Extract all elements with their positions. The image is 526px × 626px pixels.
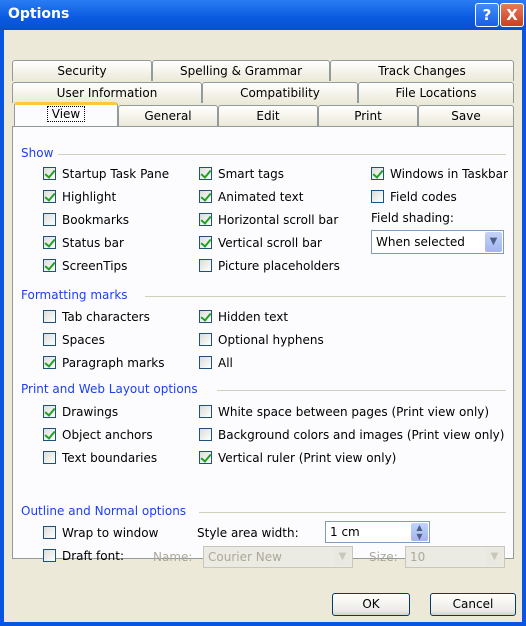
- tab-general[interactable]: General: [118, 105, 218, 126]
- spaces-label: Spaces: [62, 333, 105, 347]
- picture-placeholders-label: Picture placeholders: [218, 259, 340, 273]
- checkbox-box[interactable]: [199, 405, 212, 418]
- checkbox-box[interactable]: [199, 259, 212, 272]
- checkbox-box[interactable]: [199, 451, 212, 464]
- text-boundaries-label: Text boundaries: [62, 451, 158, 465]
- checkbox-box[interactable]: [43, 428, 56, 441]
- group-heading-print-web-layout: Print and Web Layout options: [21, 382, 198, 396]
- optional-hyphens-label: Optional hyphens: [218, 333, 324, 347]
- checkbox-box[interactable]: [43, 213, 56, 226]
- checkbox-box[interactable]: [199, 190, 212, 203]
- horizontal-scroll-bar-label: Horizontal scroll bar: [218, 213, 339, 227]
- tab-spelling-grammar[interactable]: Spelling & Grammar: [152, 60, 330, 81]
- group-heading-formatting-marks: Formatting marks: [21, 288, 128, 302]
- checkbox-box[interactable]: [43, 190, 56, 203]
- dialog-body: Security Spelling & Grammar Track Change…: [4, 30, 522, 622]
- checkbox-box[interactable]: [43, 167, 56, 180]
- checkbox-box[interactable]: [43, 356, 56, 369]
- checkbox-box[interactable]: [43, 236, 56, 249]
- tab-save[interactable]: Save: [418, 105, 514, 126]
- title-bar[interactable]: Options ? X: [0, 0, 526, 30]
- draft-font-name-select[interactable]: Courier New ▼: [203, 546, 353, 568]
- group-heading-outline-normal: Outline and Normal options: [21, 504, 187, 518]
- tab-file-locations[interactable]: File Locations: [358, 82, 514, 103]
- checkbox-box[interactable]: [199, 428, 212, 441]
- checkbox-box[interactable]: [43, 310, 56, 323]
- startup-task-pane-label: Startup Task Pane: [62, 167, 170, 181]
- group-divider: [199, 512, 506, 513]
- animated-text-label: Animated text: [218, 190, 304, 204]
- background-colors-label: Background colors and images (Print view…: [218, 428, 505, 442]
- checkbox-box[interactable]: [43, 333, 56, 346]
- checkbox-box[interactable]: [43, 451, 56, 464]
- hidden-text-label: Hidden text: [218, 310, 289, 324]
- draft-font-name-value: Courier New: [208, 550, 282, 564]
- checkbox-box[interactable]: [43, 526, 56, 539]
- checkbox-box[interactable]: [199, 213, 212, 226]
- draft-font-size-select[interactable]: 10 ▼: [405, 546, 505, 568]
- status-bar-label: Status bar: [62, 236, 124, 250]
- screentips-label: ScreenTips: [62, 259, 128, 273]
- cancel-button[interactable]: Cancel: [430, 593, 516, 616]
- checkbox-box[interactable]: [199, 167, 212, 180]
- checkbox-box[interactable]: [371, 167, 384, 180]
- group-divider: [145, 296, 506, 297]
- field-shading-value: When selected: [376, 235, 465, 249]
- ok-button[interactable]: OK: [332, 593, 410, 616]
- view-tab-panel: Show Startup Task Pane Highlight Bookmar…: [12, 126, 514, 568]
- smart-tags-label: Smart tags: [218, 167, 285, 181]
- tab-security[interactable]: Security: [12, 60, 152, 81]
- group-heading-show: Show: [21, 146, 54, 160]
- style-area-width-spinner[interactable]: 1 cm ▲ ▼: [325, 521, 430, 543]
- vertical-ruler-label: Vertical ruler (Print view only): [218, 451, 397, 465]
- size-label: Size:: [369, 550, 398, 564]
- tab-compatibility[interactable]: Compatibility: [202, 82, 358, 103]
- checkbox-box[interactable]: [43, 405, 56, 418]
- help-button[interactable]: ?: [475, 3, 499, 27]
- dialog-title: Options: [8, 6, 70, 22]
- chevron-down-icon[interactable]: ▼: [486, 548, 503, 566]
- white-space-label: White space between pages (Print view on…: [218, 405, 490, 419]
- wrap-to-window-label: Wrap to window: [62, 526, 159, 540]
- vertical-scroll-bar-label: Vertical scroll bar: [218, 236, 322, 250]
- windows-in-taskbar-label: Windows in Taskbar: [390, 167, 508, 181]
- checkbox-box[interactable]: [199, 236, 212, 249]
- options-dialog: Options ? X Security Spelling & Grammar …: [0, 0, 526, 626]
- tab-view[interactable]: View: [14, 102, 118, 126]
- tab-user-information[interactable]: User Information: [12, 82, 202, 103]
- spinner-arrows-icon[interactable]: ▲ ▼: [411, 523, 428, 541]
- chevron-down-icon[interactable]: ▼: [485, 232, 502, 252]
- draft-font-label: Draft font:: [62, 549, 124, 563]
- checkbox-box[interactable]: [43, 549, 56, 562]
- bookmarks-label: Bookmarks: [62, 213, 130, 227]
- checkbox-box[interactable]: [43, 259, 56, 272]
- tab-print[interactable]: Print: [318, 105, 418, 126]
- checkbox-box[interactable]: [199, 310, 212, 323]
- all-label: All: [218, 356, 233, 370]
- field-shading-label: Field shading:: [371, 211, 454, 225]
- draft-font-size-value: 10: [410, 550, 426, 564]
- drawings-label: Drawings: [62, 405, 119, 419]
- checkbox-box[interactable]: [199, 356, 212, 369]
- checkbox-box[interactable]: [371, 190, 384, 203]
- checkbox-box[interactable]: [199, 333, 212, 346]
- chevron-down-icon[interactable]: ▼: [334, 548, 351, 566]
- field-codes-label: Field codes: [390, 190, 457, 204]
- tab-view-label: View: [46, 106, 86, 122]
- group-divider: [217, 390, 506, 391]
- style-area-width-label: Style area width:: [197, 526, 299, 540]
- paragraph-marks-label: Paragraph marks: [62, 356, 165, 370]
- highlight-label: Highlight: [62, 190, 117, 204]
- style-area-width-value: 1 cm: [330, 525, 360, 539]
- name-label: Name:: [153, 550, 193, 564]
- field-shading-select[interactable]: When selected ▼: [371, 230, 504, 254]
- tab-track-changes[interactable]: Track Changes: [330, 60, 514, 81]
- object-anchors-label: Object anchors: [62, 428, 153, 442]
- close-button[interactable]: X: [500, 3, 524, 27]
- group-divider: [58, 154, 506, 155]
- tab-characters-label: Tab characters: [62, 310, 150, 324]
- tab-edit[interactable]: Edit: [218, 105, 318, 126]
